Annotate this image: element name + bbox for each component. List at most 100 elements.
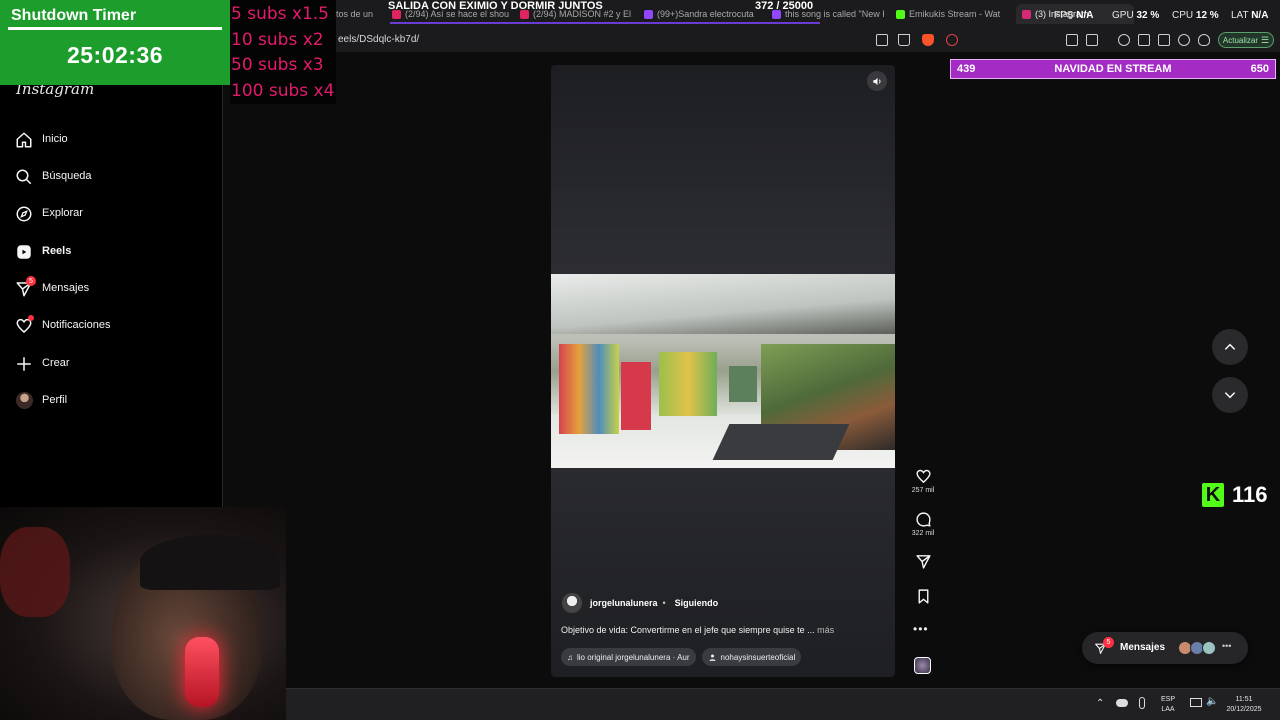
sidebar-item-mensajes[interactable]: 5 Mensajes bbox=[0, 274, 222, 304]
separator-dot: • bbox=[662, 598, 666, 608]
onedrive-icon[interactable] bbox=[1116, 699, 1128, 707]
goal-title: SALIDA CON EXIMIO Y DORMIR JUNTOS bbox=[388, 0, 603, 12]
navidad-current: 439 bbox=[957, 63, 976, 75]
stat-label: LAT bbox=[1231, 10, 1249, 21]
tab-title: tos de un bbox=[336, 9, 374, 19]
network-icon[interactable] bbox=[1190, 698, 1202, 707]
sidebar-item-notificaciones[interactable]: Notificaciones bbox=[0, 311, 222, 341]
more-icon: ••• bbox=[1222, 641, 1232, 651]
stat-label: CPU bbox=[1172, 10, 1194, 21]
store-aisle bbox=[729, 366, 757, 402]
brave-rewards-icon[interactable] bbox=[946, 34, 958, 46]
sidebar-item-inicio[interactable]: Inicio bbox=[0, 125, 222, 155]
browser-tab[interactable]: Emikukis Stream - Wat bbox=[896, 4, 1006, 24]
bookmark-icon bbox=[918, 589, 928, 604]
notification-dot bbox=[28, 315, 34, 321]
save-button[interactable] bbox=[904, 588, 942, 605]
audio-pill[interactable]: ♫ lio original jorgelunalunera · Aur bbox=[561, 648, 696, 666]
webcam-background bbox=[0, 527, 70, 617]
caption-more-link[interactable]: más bbox=[817, 625, 834, 635]
lat-stat: LAT N/A bbox=[1231, 10, 1268, 21]
store-shelf bbox=[659, 352, 717, 416]
kick-viewer-count: 116 bbox=[1232, 482, 1268, 507]
sidebar-item-explorar[interactable]: Explorar bbox=[0, 199, 222, 229]
language-top: ESP bbox=[1160, 696, 1175, 703]
mute-button[interactable] bbox=[867, 71, 887, 91]
tagged-user-pill[interactable]: nohaysinsuerteoficial bbox=[701, 648, 802, 666]
subgoal-overlay: SALIDA CON EXIMIO Y DORMIR JUNTOS 372 / … bbox=[384, 0, 820, 14]
wallet-icon[interactable] bbox=[1158, 34, 1170, 46]
author-name[interactable]: jorgelunalunera bbox=[590, 598, 658, 608]
share-button[interactable] bbox=[904, 553, 942, 570]
sidebar-item-label: Mensajes bbox=[42, 282, 90, 294]
stat-value: N/A bbox=[1076, 10, 1094, 21]
cast-icon[interactable] bbox=[876, 34, 888, 46]
stat-label: GPU bbox=[1112, 10, 1134, 21]
screenshot-icon[interactable] bbox=[1086, 34, 1098, 46]
vpn-icon[interactable] bbox=[1198, 34, 1210, 46]
stat-value: 12 % bbox=[1195, 10, 1219, 21]
sidebar-item-label: Perfil bbox=[42, 394, 68, 406]
sidebar-item-crear[interactable]: Crear bbox=[0, 349, 222, 379]
timer-title: Shutdown Timer bbox=[11, 7, 137, 24]
gpu-stat: GPU 32 % bbox=[1112, 10, 1159, 21]
tray-chevron-up-icon[interactable]: ⌃ bbox=[1096, 698, 1104, 709]
notification-badge: 5 bbox=[26, 276, 36, 286]
sidebar-item-busqueda[interactable]: Búsqueda bbox=[0, 162, 222, 192]
subs-multiplier-overlay: 5 subs x1.5 10 subs x2 50 subs x3 100 su… bbox=[230, 0, 336, 104]
author-avatar[interactable] bbox=[562, 593, 582, 613]
like-count: 257 mil bbox=[911, 487, 935, 494]
reel-author-row: jorgelunalunera • Siguiendo bbox=[562, 592, 882, 614]
reel-video[interactable] bbox=[551, 274, 895, 468]
avatar bbox=[1202, 641, 1216, 655]
sidebar-item-perfil[interactable]: Perfil bbox=[0, 386, 222, 416]
comment-button[interactable]: 322 mil bbox=[904, 511, 942, 537]
audio-thumbnail[interactable] bbox=[914, 657, 931, 674]
timer-value: 25:02:36 bbox=[66, 42, 164, 68]
subs-multiplier: 100 subs x4 bbox=[231, 81, 335, 101]
music-icon[interactable] bbox=[1118, 34, 1130, 46]
reel-meta-pills: ♫ lio original jorgelunalunera · Aur noh… bbox=[561, 648, 802, 666]
leo-icon[interactable] bbox=[1178, 34, 1190, 46]
messages-pill[interactable]: 5 Mensajes ••• bbox=[1082, 632, 1248, 664]
reel-caption: Objetivo de vida: Convertirme en el jefe… bbox=[561, 625, 834, 635]
goal-count: 372 / 25000 bbox=[755, 0, 814, 12]
music-note-icon: ♫ bbox=[567, 652, 573, 662]
audio-label: lio original jorgelunalunera · Aur bbox=[577, 652, 690, 662]
like-button[interactable]: 257 mil bbox=[904, 468, 942, 494]
kick-icon bbox=[896, 9, 905, 19]
extension-icon[interactable] bbox=[1066, 34, 1078, 46]
notification-badge: 5 bbox=[1103, 637, 1114, 648]
language-bottom: LAA bbox=[1161, 706, 1175, 713]
shutdown-timer-overlay: Shutdown Timer 25:02:36 bbox=[0, 0, 230, 85]
compass-icon bbox=[16, 206, 32, 222]
sidebar-toggle-icon[interactable] bbox=[1138, 34, 1150, 46]
clock[interactable]: 11:51 20/12/2025 bbox=[1216, 695, 1272, 715]
sidebar-item-label: Notificaciones bbox=[42, 319, 111, 331]
url-text[interactable]: eels/DSdqlc-kb7d/ bbox=[338, 34, 419, 45]
browser-tab[interactable]: tos de un bbox=[336, 4, 388, 24]
next-reel-button[interactable] bbox=[1212, 377, 1248, 413]
caption-text: Objetivo de vida: Convertirme en el jefe… bbox=[561, 625, 815, 635]
microphone-icon[interactable] bbox=[1139, 697, 1145, 709]
subs-multiplier: 10 subs x2 bbox=[231, 30, 324, 50]
heart-icon bbox=[915, 469, 931, 484]
video-ceiling bbox=[551, 274, 895, 334]
home-icon bbox=[16, 132, 32, 148]
following-button[interactable]: Siguiendo bbox=[675, 598, 719, 608]
previous-reel-button[interactable] bbox=[1212, 329, 1248, 365]
more-options-icon[interactable]: ••• bbox=[913, 622, 929, 636]
stat-value: 32 % bbox=[1136, 10, 1160, 21]
brave-shield-icon[interactable] bbox=[922, 34, 934, 46]
share-icon[interactable] bbox=[898, 34, 910, 46]
language-indicator[interactable]: ESP LAA bbox=[1156, 695, 1180, 715]
tab-title: Emikukis Stream - Wat bbox=[909, 9, 1001, 19]
update-button[interactable]: Actualizar ☰ bbox=[1218, 32, 1274, 48]
stat-value: N/A bbox=[1251, 10, 1269, 21]
sidebar-item-reels[interactable]: Reels bbox=[0, 237, 222, 267]
webcam-microphone bbox=[185, 637, 219, 707]
comment-icon bbox=[915, 512, 931, 527]
navidad-title: NAVIDAD EN STREAM bbox=[1054, 63, 1172, 75]
navidad-target: 650 bbox=[1250, 63, 1269, 75]
clock-time: 11:51 bbox=[1235, 696, 1253, 703]
